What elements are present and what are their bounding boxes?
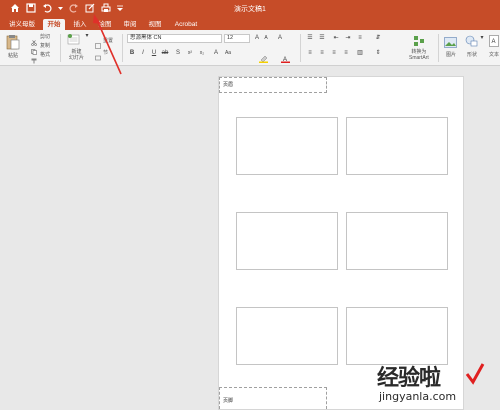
smartart-icon[interactable]: [413, 34, 425, 46]
align-center-icon[interactable]: ≡: [318, 50, 326, 57]
tab-view[interactable]: 视图: [145, 19, 165, 30]
underline-icon[interactable]: U: [150, 50, 158, 57]
strikethrough-alt-icon[interactable]: S: [174, 50, 182, 57]
decrease-font-icon[interactable]: A: [262, 35, 270, 42]
convert-smartart-label[interactable]: 转换为 SmartArt: [409, 49, 429, 61]
shapes-label[interactable]: 形状: [467, 51, 477, 58]
new-slide-label[interactable]: 新建 幻灯片: [69, 49, 84, 61]
slide-placeholder[interactable]: [346, 307, 448, 365]
layout-icon[interactable]: [95, 36, 101, 49]
slide-placeholder[interactable]: [236, 117, 338, 175]
subscript-icon[interactable]: x₂: [198, 50, 206, 57]
cut-label[interactable]: 剪切: [40, 33, 50, 40]
bullets-icon[interactable]: ☰: [306, 35, 314, 42]
italic-icon[interactable]: I: [139, 50, 147, 57]
copy-label[interactable]: 复制: [40, 42, 50, 49]
align-text-icon[interactable]: ⇕: [374, 50, 382, 57]
strikethrough-icon[interactable]: ab: [161, 50, 169, 57]
line-spacing-icon[interactable]: ≡: [356, 35, 364, 42]
header-placeholder[interactable]: 页眉: [219, 77, 327, 93]
tab-review[interactable]: 审阅: [120, 19, 140, 30]
font-color-icon[interactable]: A: [281, 50, 290, 63]
picture-label[interactable]: 图片: [446, 51, 456, 58]
font-name-select[interactable]: 思源黑体 CN: [127, 34, 222, 43]
highlight-icon[interactable]: [259, 50, 268, 63]
align-left-icon[interactable]: ≡: [306, 50, 314, 57]
watermark-url: jingyanla.com: [379, 390, 457, 403]
character-spacing-icon[interactable]: Aa: [224, 50, 232, 57]
tab-acrobat[interactable]: Acrobat: [171, 19, 201, 30]
tab-home[interactable]: 开始: [43, 19, 65, 30]
ribbon-separator: [300, 34, 301, 62]
justify-icon[interactable]: ≡: [342, 50, 350, 57]
paste-label[interactable]: 粘贴: [8, 52, 18, 59]
tab-draw[interactable]: 绘图: [95, 19, 115, 30]
ribbon-separator: [438, 34, 439, 62]
text-direction-icon[interactable]: ⇵: [374, 35, 382, 42]
increase-indent-icon[interactable]: ⇥: [344, 35, 352, 42]
watermark-text: 经验啦: [377, 366, 441, 391]
align-right-icon[interactable]: ≡: [330, 50, 338, 57]
header-label: 页眉: [223, 82, 234, 88]
ribbon-tabs: 讲义母版 开始 插入 绘图 审阅 视图 Acrobat: [0, 18, 500, 30]
columns-icon[interactable]: ▥: [356, 50, 364, 57]
title-bar: 演示文稿1: [0, 0, 500, 18]
bold-icon[interactable]: B: [128, 50, 136, 57]
copy-icon[interactable]: [31, 42, 37, 55]
section-label[interactable]: 节: [103, 49, 108, 56]
svg-text:A: A: [492, 39, 496, 45]
shapes-dropdown-icon[interactable]: ▾: [478, 35, 486, 42]
ribbon-separator: [122, 34, 123, 62]
slide-placeholder[interactable]: [346, 212, 448, 270]
shapes-icon[interactable]: [465, 34, 478, 47]
numbering-icon[interactable]: ☰: [318, 35, 326, 42]
clear-format-icon[interactable]: A: [276, 35, 284, 42]
picture-icon[interactable]: [444, 35, 457, 48]
chevron-down-icon[interactable]: ▾: [83, 33, 91, 40]
ribbon-separator: [60, 34, 61, 62]
tab-handout-master[interactable]: 讲义母版: [6, 19, 38, 30]
tab-insert[interactable]: 插入: [70, 19, 90, 30]
format-painter-icon[interactable]: [31, 51, 37, 64]
increase-font-icon[interactable]: A: [253, 35, 261, 42]
footer-placeholder[interactable]: 页脚: [219, 387, 327, 409]
slide-placeholder[interactable]: [236, 307, 338, 365]
reset-label[interactable]: 重置: [103, 37, 113, 44]
paste-icon[interactable]: [6, 34, 20, 50]
scissors-icon[interactable]: [31, 33, 37, 46]
superscript-icon[interactable]: x²: [186, 50, 194, 57]
new-slide-icon[interactable]: [67, 33, 81, 46]
ribbon: 粘贴 剪切 复制 格式 新建 幻灯片 ▾ 重置 节 思源黑体 CN 12 A A…: [0, 30, 500, 66]
font-name-value: 思源黑体 CN: [130, 35, 162, 41]
watermark: 经验啦 jingyanla.com: [377, 360, 487, 408]
textbox-icon[interactable]: A: [489, 34, 499, 47]
format-label[interactable]: 格式: [40, 51, 50, 58]
decrease-indent-icon[interactable]: ⇤: [332, 35, 340, 42]
change-case-icon[interactable]: A: [212, 50, 220, 57]
textbox-label[interactable]: 文本: [489, 51, 499, 58]
document-title: 演示文稿1: [234, 6, 266, 13]
font-size-select[interactable]: 12: [224, 34, 250, 43]
footer-label: 页脚: [223, 398, 234, 404]
slide-placeholder[interactable]: [236, 212, 338, 270]
section-icon[interactable]: [95, 48, 101, 61]
slide-placeholder[interactable]: [346, 117, 448, 175]
checkmark-icon: [465, 363, 485, 385]
font-size-value: 12: [227, 35, 234, 41]
